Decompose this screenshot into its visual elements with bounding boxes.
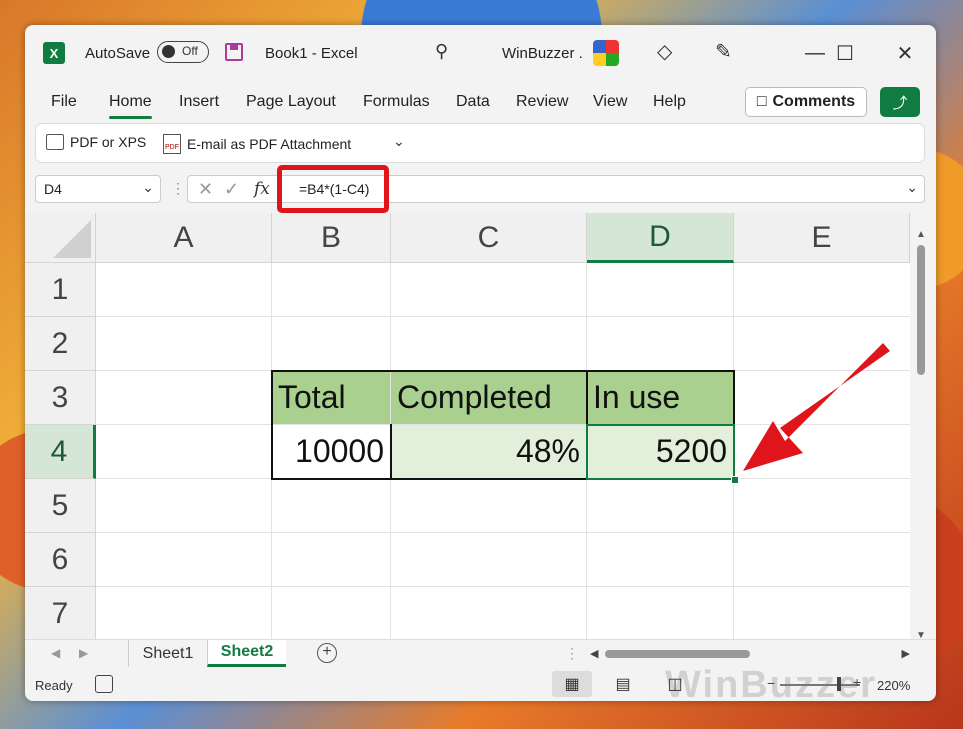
- scroll-up-icon[interactable]: ▲: [916, 229, 926, 240]
- horizontal-scrollbar[interactable]: ◀ ▶: [590, 648, 910, 662]
- email-pdf-label: E-mail as PDF Attachment: [187, 136, 352, 152]
- red-arrow-icon: [743, 343, 890, 471]
- scroll-right-icon[interactable]: ▶: [902, 647, 910, 660]
- menu-insert[interactable]: Insert: [179, 93, 219, 111]
- save-icon[interactable]: [225, 43, 243, 61]
- comment-icon: □: [756, 93, 767, 110]
- tab-options-icon[interactable]: ⋮: [565, 645, 579, 662]
- zoom-slider-thumb[interactable]: [837, 677, 841, 691]
- title-bar: X AutoSave Off Book1 - Excel ⚲ WinBuzzer…: [25, 25, 936, 83]
- close-button[interactable]: ✕: [885, 35, 925, 71]
- page-break-view-button[interactable]: ◫: [655, 671, 695, 697]
- vertical-scrollbar[interactable]: ▲ ▼: [911, 229, 931, 641]
- page-layout-view-button[interactable]: ▤: [603, 671, 643, 697]
- accessibility-icon[interactable]: [95, 675, 113, 693]
- document-title: Book1 - Excel: [265, 45, 358, 62]
- autosave-state: Off: [182, 44, 198, 58]
- status-bar: Ready WinBuzzer ▦ ▤ ◫ − + 220%: [25, 666, 936, 701]
- zoom-slider[interactable]: [780, 684, 860, 686]
- formula-highlight-box: [277, 165, 389, 213]
- status-ready: Ready: [35, 678, 73, 693]
- name-box-value: D4: [44, 181, 62, 197]
- zoom-in-icon[interactable]: +: [853, 674, 861, 690]
- printer-icon: [46, 134, 64, 150]
- menu-review[interactable]: Review: [516, 93, 568, 111]
- add-sheet-button[interactable]: +: [317, 643, 337, 663]
- zoom-level[interactable]: 220%: [877, 678, 910, 693]
- expand-formula-bar-icon[interactable]: ⌄: [906, 179, 918, 196]
- scroll-left-icon[interactable]: ◀: [590, 647, 598, 660]
- ribbon: PDF or XPS PDF E-mail as PDF Attachment …: [35, 123, 925, 163]
- tab-prev-icon[interactable]: ◀: [51, 646, 60, 660]
- chevron-down-icon[interactable]: ⌄: [142, 179, 154, 196]
- excel-logo-icon: X: [43, 42, 65, 64]
- search-icon[interactable]: ⚲: [435, 41, 448, 62]
- menu-data[interactable]: Data: [456, 93, 490, 111]
- formula-bar-grip-icon: ⋮: [171, 180, 185, 196]
- share-icon: ⤴: [892, 94, 908, 112]
- vertical-scroll-thumb[interactable]: [917, 245, 925, 375]
- excel-window: X AutoSave Off Book1 - Excel ⚲ WinBuzzer…: [25, 25, 936, 701]
- pdf-xps-label: PDF or XPS: [70, 134, 147, 150]
- check-icon[interactable]: ✓: [224, 179, 239, 200]
- normal-view-button[interactable]: ▦: [552, 671, 592, 697]
- avatar[interactable]: [593, 40, 619, 66]
- menu-help[interactable]: Help: [653, 93, 686, 111]
- autosave-label: AutoSave: [85, 45, 151, 62]
- horizontal-scroll-thumb[interactable]: [605, 650, 750, 658]
- tab-sheet1[interactable]: Sheet1: [128, 640, 207, 667]
- worksheet-grid[interactable]: A B C D E 1 2 3 4 5 6 7 Total Completed …: [25, 213, 910, 640]
- menu-home[interactable]: Home: [109, 93, 152, 119]
- menu-view[interactable]: View: [593, 93, 627, 111]
- zoom-out-icon[interactable]: −: [767, 675, 775, 691]
- email-pdf-button[interactable]: PDF E-mail as PDF Attachment: [163, 134, 351, 154]
- autosave-toggle[interactable]: Off: [157, 41, 209, 63]
- insert-function-button[interactable]: fx: [254, 179, 270, 199]
- account-name[interactable]: WinBuzzer .: [502, 45, 583, 62]
- pen-icon[interactable]: ✎: [715, 39, 732, 64]
- toggle-knob: [162, 45, 175, 58]
- pdf-xps-button[interactable]: PDF or XPS: [46, 134, 146, 150]
- menu-bar: File Home Insert Page Layout Formulas Da…: [25, 87, 936, 121]
- menu-formulas[interactable]: Formulas: [363, 93, 430, 111]
- menu-page-layout[interactable]: Page Layout: [246, 93, 336, 111]
- cancel-icon[interactable]: ✕: [198, 179, 213, 200]
- tab-next-icon[interactable]: ▶: [79, 646, 88, 660]
- comments-button[interactable]: □ Comments: [745, 87, 867, 117]
- maximize-button[interactable]: ☐: [825, 35, 865, 71]
- share-button[interactable]: ⤴: [880, 87, 920, 117]
- ribbon-more-icon[interactable]: ⌄: [393, 133, 405, 150]
- comments-label: Comments: [772, 93, 856, 110]
- name-box[interactable]: D4 ⌄: [35, 175, 161, 203]
- tab-sheet2[interactable]: Sheet2: [207, 640, 286, 667]
- pdf-icon: PDF: [163, 134, 181, 154]
- menu-file[interactable]: File: [51, 93, 77, 111]
- diamond-icon[interactable]: ◇: [657, 39, 672, 64]
